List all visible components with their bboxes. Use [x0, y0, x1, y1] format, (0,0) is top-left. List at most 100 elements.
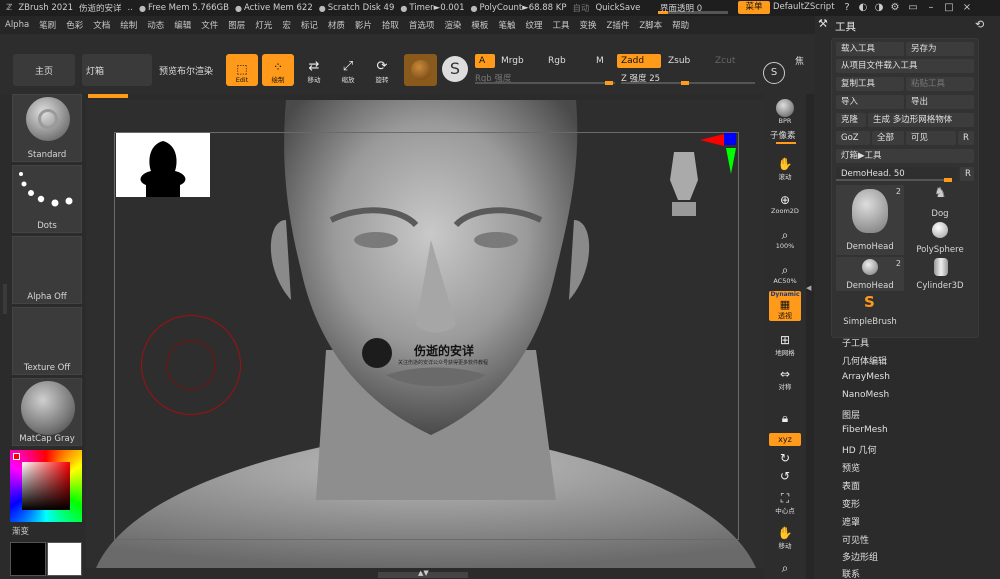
menu-layer[interactable]: 图层: [223, 19, 250, 31]
current-tool-slider[interactable]: DemoHead. 50: [836, 167, 958, 182]
edit-button[interactable]: ⬚ Edit: [226, 54, 258, 86]
home-button[interactable]: 主页: [13, 54, 75, 86]
mrgb-button[interactable]: Mrgb: [497, 54, 541, 68]
menu-render[interactable]: 渲染: [439, 19, 466, 31]
section-subtool[interactable]: 子工具: [842, 336, 869, 349]
zcut-button[interactable]: Zcut: [711, 54, 755, 68]
scale-button[interactable]: ⤢ 缩放: [332, 54, 364, 86]
tool-tile-demohead[interactable]: 2 DemoHead: [836, 185, 904, 255]
menu-material[interactable]: 材质: [323, 19, 350, 31]
reset-icon[interactable]: ⟲: [975, 18, 984, 31]
material-selector[interactable]: MatCap Gray: [12, 378, 82, 446]
move-button[interactable]: ⇄ 移动: [298, 54, 330, 86]
axis-gizmo-icon[interactable]: [698, 132, 738, 176]
m-button[interactable]: M: [592, 54, 612, 68]
menu-stroke[interactable]: 笔触: [493, 19, 520, 31]
draw-button[interactable]: ⁘ 绘制: [262, 54, 294, 86]
tool-tile-polysphere[interactable]: PolySphere: [906, 221, 974, 255]
default-zscript-button[interactable]: DefaultZScript: [773, 2, 835, 12]
section-arraymesh[interactable]: ArrayMesh: [842, 372, 890, 382]
navigation-thumbnail[interactable]: [116, 133, 210, 197]
bottom-tray-handle[interactable]: ▲▼: [378, 569, 468, 578]
menu-movie[interactable]: 影片: [350, 19, 377, 31]
move-view-button[interactable]: ✋ 移动: [769, 521, 801, 551]
stroke-selector[interactable]: Dots: [12, 165, 82, 233]
menu-transform[interactable]: 变换: [574, 19, 601, 31]
zsub-button[interactable]: Zsub: [664, 54, 708, 68]
menu-marker[interactable]: 标记: [296, 19, 323, 31]
quicksave-button[interactable]: QuickSave: [595, 3, 640, 13]
section-surface[interactable]: 表面: [842, 479, 860, 492]
tool-tile-cylinder[interactable]: Cylinder3D: [906, 257, 974, 291]
goz-button[interactable]: GoZ: [836, 131, 870, 145]
import-button[interactable]: 导入: [836, 95, 904, 109]
canvas-viewport[interactable]: 伤逝的安详 关注伤逝的安详公众号获得更多软件教程: [86, 100, 764, 568]
actual-size-button[interactable]: ⌕ 100%: [769, 221, 801, 251]
zoom2d-button[interactable]: ⊕ Zoom2D: [769, 186, 801, 216]
paste-tool-button[interactable]: 粘贴工具: [906, 77, 974, 91]
help-icon[interactable]: ?: [841, 2, 853, 14]
menu-texture[interactable]: 纹理: [520, 19, 547, 31]
save-as-button[interactable]: 另存为: [906, 42, 974, 56]
tool-tile-demohead-small[interactable]: 2 DemoHead: [836, 257, 904, 291]
copy-tool-button[interactable]: 复制工具: [836, 77, 904, 91]
section-visibility[interactable]: 可见性: [842, 533, 869, 546]
minimize-icon[interactable]: –: [925, 2, 937, 14]
layout-icon[interactable]: ◐: [857, 2, 869, 14]
z-intensity-slider[interactable]: Z 强度 25: [621, 72, 755, 85]
make-polymesh-button[interactable]: 生成 多边形网格物体: [868, 113, 974, 127]
menu-dynamics[interactable]: 动态: [142, 19, 169, 31]
rgb-button[interactable]: Rgb: [544, 54, 588, 68]
y-rotation-button[interactable]: ↻: [769, 448, 801, 466]
menu-tool[interactable]: 工具: [547, 19, 574, 31]
menu-stencil[interactable]: 模板: [466, 19, 493, 31]
section-deformation[interactable]: 变形: [842, 497, 860, 510]
palette-icon[interactable]: ◑: [873, 2, 885, 14]
menus-toggle-button[interactable]: 菜单: [738, 1, 770, 14]
lightbox-button[interactable]: 灯箱: [82, 54, 152, 86]
menu-preferences[interactable]: 首选项: [404, 19, 440, 31]
current-tool-r-button[interactable]: R: [960, 167, 974, 181]
color-saturation-square[interactable]: [22, 462, 70, 510]
half-size-button[interactable]: ⌕ AC50%: [769, 256, 801, 286]
menu-draw[interactable]: 绘制: [115, 19, 142, 31]
load-from-project-button[interactable]: 从项目文件载入工具: [836, 59, 974, 73]
texture-selector[interactable]: Texture Off: [12, 307, 82, 375]
subpixel-slider[interactable]: [776, 142, 796, 144]
menu-help[interactable]: 帮助: [667, 19, 694, 31]
clone-button[interactable]: 克隆: [836, 113, 866, 127]
lightbox-tools-button[interactable]: 灯箱▶工具: [836, 149, 974, 163]
menu-document[interactable]: 文档: [88, 19, 115, 31]
perspective-button[interactable]: Dynamic ▦ 透视: [769, 291, 801, 321]
section-fibermesh[interactable]: FiberMesh: [842, 425, 888, 435]
section-nanomesh[interactable]: NanoMesh: [842, 390, 889, 400]
zadd-button[interactable]: Zadd: [617, 54, 661, 68]
export-button[interactable]: 导出: [906, 95, 974, 109]
floor-grid-button[interactable]: ⊞ 地网格: [769, 328, 801, 358]
lock-button[interactable]: 🔒︎: [769, 396, 801, 426]
bpr-button[interactable]: BPR: [769, 96, 801, 126]
menu-zplugin[interactable]: Z插件: [602, 19, 635, 31]
zoom-view-button[interactable]: ⌕: [769, 554, 801, 576]
section-preview[interactable]: 预览: [842, 461, 860, 474]
goz-all-button[interactable]: 全部: [872, 131, 904, 145]
primary-color-swatch[interactable]: [10, 542, 46, 576]
color-swatch-icon[interactable]: S: [442, 56, 468, 82]
rgb-intensity-slider[interactable]: Rgb 强度: [475, 72, 615, 85]
section-contact[interactable]: 联系: [842, 567, 860, 579]
frame-button[interactable]: ⛶ 中心点: [769, 486, 801, 516]
section-masking[interactable]: 遮罩: [842, 515, 860, 528]
stroke-icon[interactable]: S: [763, 62, 785, 84]
local-symmetry-button[interactable]: ⇔ 对称: [769, 362, 801, 392]
section-layers[interactable]: 图层: [842, 408, 860, 421]
menu-light[interactable]: 灯光: [250, 19, 277, 31]
goz-visible-button[interactable]: 可见: [906, 131, 956, 145]
tool-tile-dog[interactable]: ♞ Dog: [906, 185, 974, 219]
scroll-button[interactable]: ✋ 滚动: [769, 152, 801, 182]
rotate-button[interactable]: ⟳ 旋转: [366, 54, 398, 86]
goz-r-button[interactable]: R: [958, 131, 974, 145]
brush-selector[interactable]: Standard: [12, 94, 82, 162]
tool-tile-simplebrush[interactable]: S SimpleBrush: [836, 293, 904, 327]
material-sphere-button[interactable]: [404, 54, 437, 86]
bpr-preview-button[interactable]: 预览布尔渲染: [154, 54, 218, 86]
